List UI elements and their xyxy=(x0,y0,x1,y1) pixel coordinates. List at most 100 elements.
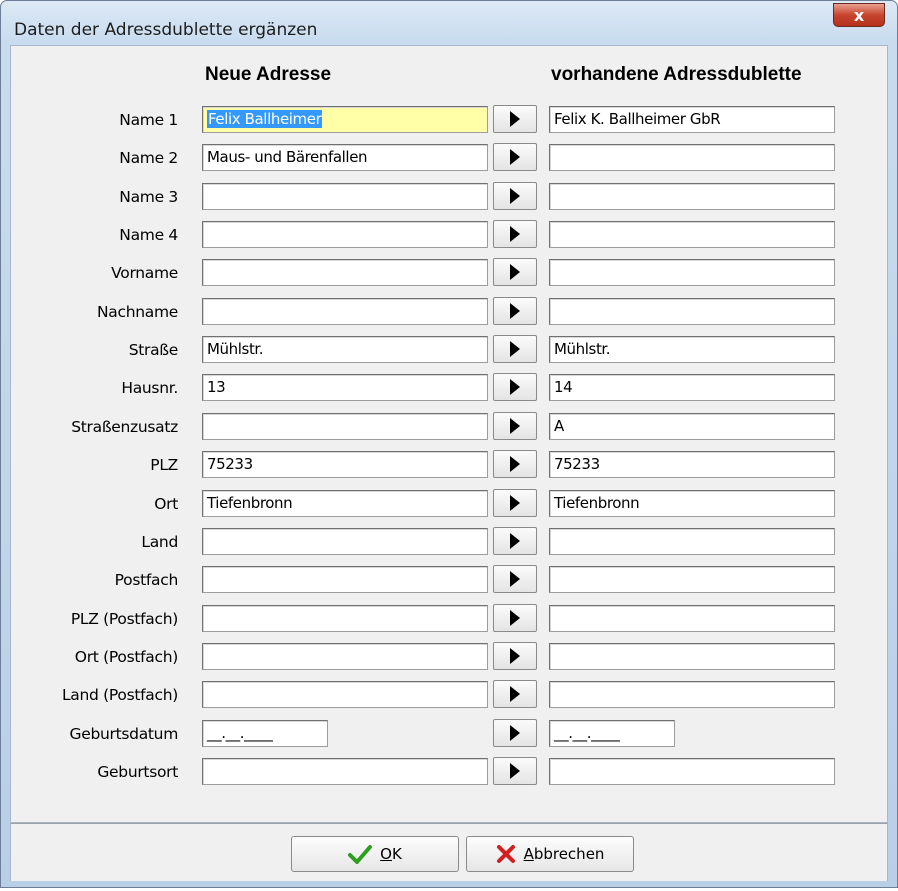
new-address-field[interactable]: Maus- und Bärenfallen xyxy=(202,144,488,171)
copy-value-button[interactable] xyxy=(493,412,537,440)
arrow-right-icon xyxy=(510,648,520,664)
new-address-field[interactable] xyxy=(202,528,488,555)
copy-value-button[interactable] xyxy=(493,527,537,555)
copy-value-button[interactable] xyxy=(493,373,537,401)
arrow-right-icon xyxy=(510,686,520,702)
dialog-window: Daten der Adressdublette ergänzen x xyxy=(0,0,898,888)
arrow-right-icon xyxy=(510,763,520,779)
copy-value-button[interactable] xyxy=(493,489,537,517)
existing-duplicate-field[interactable] xyxy=(549,566,835,593)
copy-value-button[interactable] xyxy=(493,757,537,785)
existing-duplicate-field[interactable] xyxy=(549,259,835,286)
new-address-field[interactable] xyxy=(202,259,488,286)
existing-duplicate-field[interactable] xyxy=(549,643,835,670)
existing-duplicate-value: __.__.____ xyxy=(554,724,620,742)
new-address-field[interactable] xyxy=(202,566,488,593)
existing-duplicate-field[interactable]: Felix K. Ballheimer GbR xyxy=(549,106,835,133)
new-address-value: 75233 xyxy=(207,455,253,473)
field-label: Name 3 xyxy=(119,188,178,206)
field-label: PLZ (Postfach) xyxy=(70,610,178,628)
arrow-right-icon xyxy=(510,264,520,280)
new-address-field[interactable] xyxy=(202,758,488,785)
field-label: Ort xyxy=(154,495,178,513)
new-address-field[interactable]: 13 xyxy=(202,374,488,401)
arrow-right-icon xyxy=(510,226,520,242)
existing-duplicate-field[interactable]: 14 xyxy=(549,374,835,401)
header-new-address: Neue Adresse xyxy=(205,64,332,85)
new-address-value: __.__.____ xyxy=(207,724,273,742)
ok-button[interactable]: OK xyxy=(291,836,459,872)
arrow-right-icon xyxy=(510,571,520,587)
cancel-label: Abbrechen xyxy=(523,845,605,863)
arrow-right-icon xyxy=(510,303,520,319)
arrow-right-icon xyxy=(510,341,520,357)
existing-duplicate-field[interactable] xyxy=(549,298,835,325)
new-address-field[interactable]: __.__.____ xyxy=(202,720,328,747)
field-label: Postfach xyxy=(114,571,179,589)
copy-value-button[interactable] xyxy=(493,450,537,478)
new-address-value: Felix Ballheimer xyxy=(207,110,323,128)
field-label: Geburtsdatum xyxy=(69,725,179,743)
new-address-value: Tiefenbronn xyxy=(207,494,293,512)
existing-duplicate-field[interactable] xyxy=(549,528,835,555)
arrow-right-icon xyxy=(510,149,520,165)
existing-duplicate-value: Mühlstr. xyxy=(554,340,611,358)
new-address-field[interactable] xyxy=(202,413,488,440)
existing-duplicate-field[interactable] xyxy=(549,221,835,248)
field-label: Land xyxy=(141,533,178,551)
existing-duplicate-field[interactable]: __.__.____ xyxy=(549,720,675,747)
field-label: PLZ xyxy=(150,456,178,474)
new-address-field[interactable]: 75233 xyxy=(202,451,488,478)
existing-duplicate-field[interactable]: Tiefenbronn xyxy=(549,490,835,517)
arrow-right-icon xyxy=(510,379,520,395)
new-address-field[interactable]: Felix Ballheimer xyxy=(202,106,488,133)
new-address-field[interactable] xyxy=(202,221,488,248)
arrow-right-icon xyxy=(510,188,520,204)
new-address-field[interactable] xyxy=(202,298,488,325)
new-address-field[interactable] xyxy=(202,605,488,632)
copy-value-button[interactable] xyxy=(493,335,537,363)
field-label: Land (Postfach) xyxy=(61,686,178,704)
new-address-field[interactable]: Mühlstr. xyxy=(202,336,488,363)
new-address-value: Mühlstr. xyxy=(207,340,264,358)
new-address-field[interactable] xyxy=(202,681,488,708)
arrow-right-icon xyxy=(510,418,520,434)
title-bar[interactable]: Daten der Adressdublette ergänzen x xyxy=(1,1,897,45)
new-address-field[interactable] xyxy=(202,183,488,210)
copy-value-button[interactable] xyxy=(493,565,537,593)
close-icon: x xyxy=(853,5,865,25)
copy-value-button[interactable] xyxy=(493,105,537,133)
copy-value-button[interactable] xyxy=(493,220,537,248)
existing-duplicate-field[interactable] xyxy=(549,605,835,632)
field-label: Ort (Postfach) xyxy=(74,648,179,666)
existing-duplicate-field[interactable]: A xyxy=(549,413,835,440)
copy-value-button[interactable] xyxy=(493,143,537,171)
copy-value-button[interactable] xyxy=(493,258,537,286)
copy-value-button[interactable] xyxy=(493,604,537,632)
copy-value-button[interactable] xyxy=(493,719,537,747)
existing-duplicate-field[interactable] xyxy=(549,758,835,785)
arrow-right-icon xyxy=(510,495,520,511)
new-address-value: Maus- und Bärenfallen xyxy=(207,148,368,166)
copy-value-button[interactable] xyxy=(493,680,537,708)
existing-duplicate-field[interactable] xyxy=(549,681,835,708)
existing-duplicate-value: Felix K. Ballheimer GbR xyxy=(554,110,721,128)
new-address-field[interactable]: Tiefenbronn xyxy=(202,490,488,517)
field-label: Vorname xyxy=(111,264,178,282)
close-button[interactable]: x xyxy=(833,3,885,27)
cross-icon xyxy=(496,845,515,863)
existing-duplicate-field[interactable] xyxy=(549,183,835,210)
existing-duplicate-value: 75233 xyxy=(554,455,600,473)
copy-value-button[interactable] xyxy=(493,297,537,325)
copy-value-button[interactable] xyxy=(493,642,537,670)
field-label: Name 2 xyxy=(119,149,178,167)
copy-value-button[interactable] xyxy=(493,182,537,210)
arrow-right-icon xyxy=(510,111,520,127)
cancel-button[interactable]: Abbrechen xyxy=(466,836,634,872)
existing-duplicate-field[interactable]: 75233 xyxy=(549,451,835,478)
existing-duplicate-field[interactable]: Mühlstr. xyxy=(549,336,835,363)
existing-duplicate-field[interactable] xyxy=(549,144,835,171)
new-address-field[interactable] xyxy=(202,643,488,670)
field-label: Nachname xyxy=(97,303,178,321)
arrow-right-icon xyxy=(510,533,520,549)
